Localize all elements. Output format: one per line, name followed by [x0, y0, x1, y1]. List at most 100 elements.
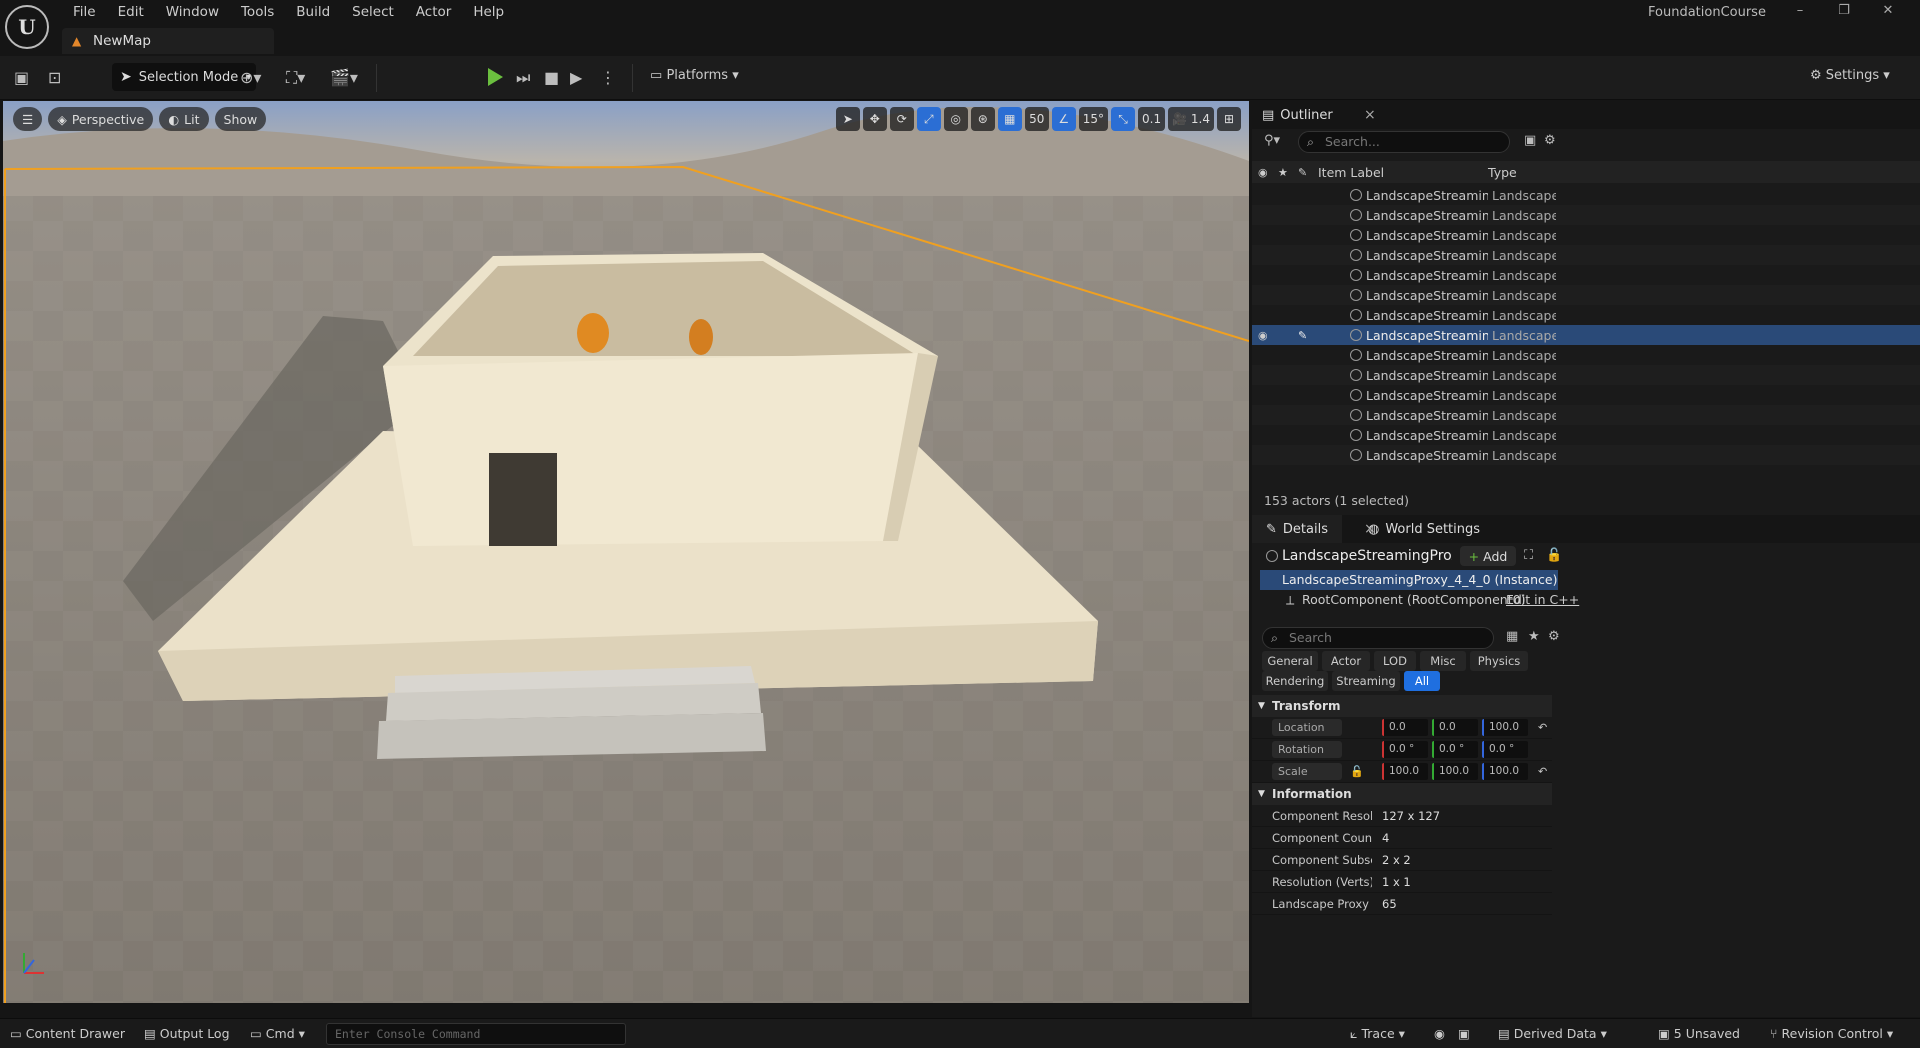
- maximize-viewport-icon[interactable]: ⊞: [1217, 107, 1241, 131]
- surface-snap-icon[interactable]: ◎: [943, 107, 968, 131]
- scale-icon[interactable]: ⤢: [916, 107, 941, 131]
- outliner-tab[interactable]: ▤ Outliner ×: [1252, 101, 1920, 129]
- eject-icon[interactable]: ▶: [570, 68, 582, 88]
- filter-actor[interactable]: Actor: [1322, 651, 1370, 671]
- minimize-button[interactable]: –: [1778, 0, 1822, 24]
- viewport-menu-button[interactable]: ☰: [13, 107, 43, 131]
- rotate-icon[interactable]: ⟳: [889, 107, 914, 131]
- perspective-button[interactable]: ◈ Perspective: [48, 107, 154, 131]
- instance-row[interactable]: LandscapeStreamingProxy_4_4_0 (Instance): [1260, 570, 1558, 590]
- rotation-snap-value[interactable]: 15°: [1078, 107, 1109, 131]
- platforms-dropdown[interactable]: ▭ Platforms ▾: [650, 68, 739, 83]
- add-component-button[interactable]: + Add: [1460, 546, 1516, 566]
- close-icon[interactable]: ×: [1364, 521, 1376, 537]
- scale-dropdown[interactable]: Scale: [1272, 763, 1342, 780]
- pin-icon[interactable]: ✎: [1298, 329, 1307, 342]
- menu-edit[interactable]: Edit: [107, 2, 155, 22]
- select-tool-icon[interactable]: ➤: [835, 107, 860, 131]
- col-item-label[interactable]: Item Label: [1318, 165, 1384, 180]
- filter-rendering[interactable]: Rendering: [1262, 671, 1328, 691]
- gear-icon[interactable]: ⚙: [1548, 627, 1560, 647]
- table-view-icon[interactable]: ▦: [1506, 627, 1518, 647]
- list-item[interactable]: LandscapeStreamingPro:LandscapeStr: [1252, 405, 1920, 425]
- level-viewport[interactable]: ☰ ◈ Perspective ◐ Lit Show ➤ ✥ ⟳ ⤢ ◎ ⊛ ▦ 5…: [3, 101, 1249, 1003]
- tab-details[interactable]: ✎ Details ×: [1252, 515, 1376, 543]
- screenshot-icon[interactable]: ▣: [1458, 1026, 1470, 1041]
- add-actor-icon[interactable]: ⊕▾: [240, 68, 261, 88]
- filter-misc[interactable]: Misc: [1420, 651, 1466, 671]
- console-input[interactable]: Enter Console Command: [326, 1023, 626, 1045]
- list-item[interactable]: LandscapeStreamingPro:LandscapeStr: [1252, 245, 1920, 265]
- menu-window[interactable]: Window: [155, 2, 230, 22]
- list-item-selected[interactable]: ◉ ✎ LandscapeStreamingPro:LandscapeSti: [1252, 325, 1920, 345]
- gear-icon[interactable]: ⚙: [1544, 131, 1556, 151]
- unreal-logo-icon[interactable]: U: [5, 5, 49, 49]
- cmd-dropdown[interactable]: ▭ Cmd ▾: [250, 1026, 305, 1041]
- reset-icon[interactable]: ↶: [1538, 721, 1547, 734]
- close-button[interactable]: ✕: [1866, 0, 1910, 24]
- filter-general[interactable]: General: [1262, 651, 1318, 671]
- pin-icon[interactable]: ✎: [1298, 166, 1307, 179]
- menu-select[interactable]: Select: [341, 2, 405, 22]
- scale-snap-toggle[interactable]: ⤡: [1111, 107, 1136, 131]
- list-item[interactable]: LandscapeStreamingPro:LandscapeStr: [1252, 425, 1920, 445]
- add-folder-icon[interactable]: ▣: [1524, 131, 1536, 151]
- list-item[interactable]: LandscapeStreamingPro:LandscapeStr: [1252, 225, 1920, 245]
- rotation-dropdown[interactable]: Rotation: [1272, 741, 1342, 758]
- list-item[interactable]: LandscapeStreamingPro:LandscapeStr: [1252, 365, 1920, 385]
- menu-actor[interactable]: Actor: [405, 2, 463, 22]
- scale-y-input[interactable]: 100.0: [1432, 763, 1478, 780]
- grid-snap-toggle[interactable]: ▦: [997, 107, 1022, 131]
- rotation-x-input[interactable]: 0.0 °: [1382, 741, 1428, 758]
- favorite-icon[interactable]: ★: [1278, 166, 1288, 179]
- scale-x-input[interactable]: 100.0: [1382, 763, 1428, 780]
- doc-tab-newmap[interactable]: ▲ NewMap: [62, 28, 274, 54]
- content-drawer-button[interactable]: ▭ Content Drawer: [10, 1026, 125, 1041]
- blueprint-icon[interactable]: ⛶: [1524, 546, 1533, 566]
- list-item[interactable]: LandscapeStreamingPro:LandscapeStr: [1252, 345, 1920, 365]
- lock-icon[interactable]: 🔓: [1546, 546, 1562, 566]
- actor-name-field[interactable]: LandscapeStreamingProxy_4_: [1282, 548, 1452, 564]
- settings-dropdown[interactable]: ⚙ Settings ▾: [1810, 68, 1890, 83]
- list-item[interactable]: LandscapeStreamingPro:LandscapeStr: [1252, 385, 1920, 405]
- selection-mode-dropdown[interactable]: ➤ Selection Mode ▾: [112, 63, 256, 91]
- menu-file[interactable]: File: [62, 2, 107, 22]
- browse-icon[interactable]: ⊡: [48, 68, 61, 88]
- stop-icon[interactable]: ■: [544, 68, 559, 88]
- menu-build[interactable]: Build: [285, 2, 341, 22]
- favorite-icon[interactable]: ★: [1528, 627, 1540, 647]
- scale-snap-value[interactable]: 0.1: [1138, 107, 1166, 131]
- list-item[interactable]: LandscapeStreamingPro:LandscapeStr: [1252, 205, 1920, 225]
- translate-icon[interactable]: ✥: [862, 107, 887, 131]
- list-item[interactable]: LandscapeStreamingPro:LandscapeStr: [1252, 285, 1920, 305]
- root-component-row[interactable]: ⟂ RootComponent (RootComponent0) Edit in…: [1252, 590, 1920, 610]
- location-y-input[interactable]: 0.0: [1432, 719, 1478, 736]
- record-icon[interactable]: ◉: [1434, 1026, 1445, 1041]
- filter-icon[interactable]: ⚲▾: [1264, 131, 1280, 151]
- details-search-input[interactable]: ⌕ Search: [1262, 627, 1494, 649]
- reset-icon[interactable]: ↶: [1538, 765, 1547, 778]
- list-item[interactable]: LandscapeStreamingPro:LandscapeStr: [1252, 265, 1920, 285]
- lit-button[interactable]: ◐ Lit: [159, 107, 209, 131]
- play-button[interactable]: [488, 68, 503, 86]
- rotation-y-input[interactable]: 0.0 °: [1432, 741, 1478, 758]
- output-log-button[interactable]: ▤ Output Log: [144, 1026, 230, 1041]
- grid-snap-value[interactable]: 50: [1024, 107, 1049, 131]
- save-icon[interactable]: ▣: [14, 68, 29, 88]
- filter-all[interactable]: All: [1404, 671, 1440, 691]
- derived-data-dropdown[interactable]: ▤ Derived Data ▾: [1498, 1026, 1607, 1041]
- blueprint-icon[interactable]: ⛶▾: [286, 68, 305, 88]
- world-local-icon[interactable]: ⊛: [970, 107, 995, 131]
- menu-tools[interactable]: Tools: [230, 2, 285, 22]
- location-z-input[interactable]: 100.0: [1482, 719, 1528, 736]
- more-options-icon[interactable]: ⋮: [600, 68, 616, 88]
- filter-lod[interactable]: LOD: [1374, 651, 1416, 671]
- camera-speed-button[interactable]: 🎥 1.4: [1168, 107, 1214, 131]
- scale-z-input[interactable]: 100.0: [1482, 763, 1528, 780]
- list-item[interactable]: LandscapeStreamingPro:LandscapeStr: [1252, 305, 1920, 325]
- outliner-search-input[interactable]: ⌕ Search...: [1298, 131, 1510, 153]
- list-item[interactable]: LandscapeStreamingPro:LandscapeStr: [1252, 445, 1920, 465]
- information-section-header[interactable]: ▼ Information: [1252, 783, 1552, 805]
- rotation-snap-toggle[interactable]: ∠: [1051, 107, 1076, 131]
- cinematics-icon[interactable]: 🎬▾: [330, 68, 358, 88]
